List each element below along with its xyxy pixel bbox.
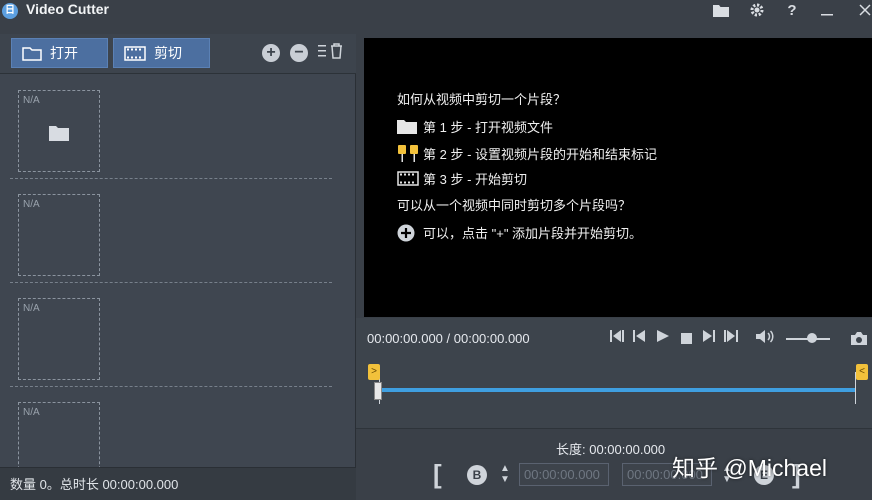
jump-end-icon[interactable] xyxy=(724,329,738,346)
prev-frame-icon[interactable] xyxy=(633,329,646,346)
thumbnail-placeholder-text: N/A xyxy=(23,95,40,106)
title-bar: 日 Video Cutter ? xyxy=(0,0,872,34)
cut-button[interactable]: 剪切 xyxy=(113,38,210,68)
folder-icon xyxy=(397,119,423,134)
playhead[interactable] xyxy=(374,382,382,400)
timeline-track[interactable] xyxy=(380,388,856,392)
camera-icon[interactable] xyxy=(850,331,868,351)
clip-item[interactable]: N/A xyxy=(10,387,332,467)
add-icon xyxy=(397,224,423,242)
markers-icon xyxy=(397,143,423,163)
guide-question: 可以从一个视频中同时剪切多个片段吗？ xyxy=(397,198,632,213)
window-title: Video Cutter xyxy=(26,1,109,17)
film-icon xyxy=(124,45,146,61)
remove-clip-icon[interactable]: − xyxy=(290,44,308,62)
minimize-icon[interactable] xyxy=(816,0,838,20)
thumbnail-placeholder-text: N/A xyxy=(23,303,40,314)
guide-step-3: 第 3 步 - 开始剪切 xyxy=(397,169,527,188)
clip-thumbnail[interactable]: N/A xyxy=(18,402,100,467)
gear-icon[interactable] xyxy=(746,0,768,20)
guide-step-1: 第 1 步 - 打开视频文件 xyxy=(397,117,553,136)
video-preview[interactable]: 如何从视频中剪切一个片段？ 第 1 步 - 打开视频文件 第 2 步 - 设置视… xyxy=(364,38,872,317)
thumbnail-placeholder-text: N/A xyxy=(23,407,40,418)
guide-step-2: 第 2 步 - 设置视频片段的开始和结束标记 xyxy=(397,143,657,163)
thumbnail-placeholder-text: N/A xyxy=(23,199,40,210)
timecode-display: 00:00:00.000 / 00:00:00.000 xyxy=(367,331,530,346)
clip-item[interactable]: N/A xyxy=(10,179,332,283)
guide-heading: 如何从视频中剪切一个片段？ xyxy=(397,92,567,107)
clip-list: N/A N/A N/A N/A xyxy=(0,75,356,467)
clip-toolbar: 打开 剪切 + − xyxy=(0,34,356,74)
clip-thumbnail[interactable]: N/A xyxy=(18,90,100,172)
set-start-bracket-icon[interactable]: [ xyxy=(433,459,442,490)
film-icon xyxy=(397,171,423,186)
guide-step-3-text: 第 3 步 - 开始剪切 xyxy=(423,172,528,187)
guide-answer: 可以，点击 "+" 添加片段并开始剪切。 xyxy=(397,223,642,242)
jump-start-icon[interactable] xyxy=(610,329,624,346)
clip-panel: 打开 剪切 + − N/A N/A N/A N/A 数量 0。总时长 00:00… xyxy=(0,34,356,500)
cut-button-label: 剪切 xyxy=(154,45,182,61)
folder-icon[interactable] xyxy=(710,0,732,20)
stop-icon[interactable] xyxy=(681,331,692,347)
watermark-text: 知乎 @Michael xyxy=(672,455,827,481)
open-button-label: 打开 xyxy=(50,45,78,61)
guide-answer-text: 可以，点击 "+" 添加片段并开始剪切。 xyxy=(423,226,643,241)
playback-controls: 00:00:00.000 / 00:00:00.000 xyxy=(356,318,872,428)
segment-length: 长度: 00:00:00.000 xyxy=(556,442,666,457)
app-icon: 日 xyxy=(2,3,18,19)
clip-thumbnail[interactable]: N/A xyxy=(18,194,100,276)
volume-slider-handle[interactable] xyxy=(807,333,817,343)
volume-icon[interactable] xyxy=(756,329,774,347)
start-time-input[interactable]: 00:00:00.000 xyxy=(519,463,609,486)
clip-thumbnail[interactable]: N/A xyxy=(18,298,100,380)
guide-step-2-text: 第 2 步 - 设置视频片段的开始和结束标记 xyxy=(423,146,658,162)
open-button[interactable]: 打开 xyxy=(11,38,108,68)
clear-list-icon[interactable] xyxy=(318,43,344,63)
clip-item[interactable]: N/A xyxy=(10,75,332,179)
add-clip-icon[interactable]: + xyxy=(262,44,280,62)
folder-icon xyxy=(22,46,42,61)
status-bar: 数量 0。总时长 00:00:00.000 xyxy=(0,467,356,500)
close-icon[interactable] xyxy=(854,0,872,20)
end-marker[interactable]: < xyxy=(856,364,868,380)
start-marker[interactable]: > xyxy=(368,364,380,380)
guide-step-1-text: 第 1 步 - 打开视频文件 xyxy=(423,120,554,135)
play-icon[interactable] xyxy=(657,329,669,346)
clip-item[interactable]: N/A xyxy=(10,283,332,387)
start-spinner-icon[interactable]: ▲ ▼ xyxy=(500,463,510,485)
help-icon[interactable]: ? xyxy=(781,0,803,20)
folder-icon xyxy=(49,125,69,146)
begin-marker-button[interactable]: B xyxy=(467,465,487,485)
next-frame-icon[interactable] xyxy=(702,329,715,346)
